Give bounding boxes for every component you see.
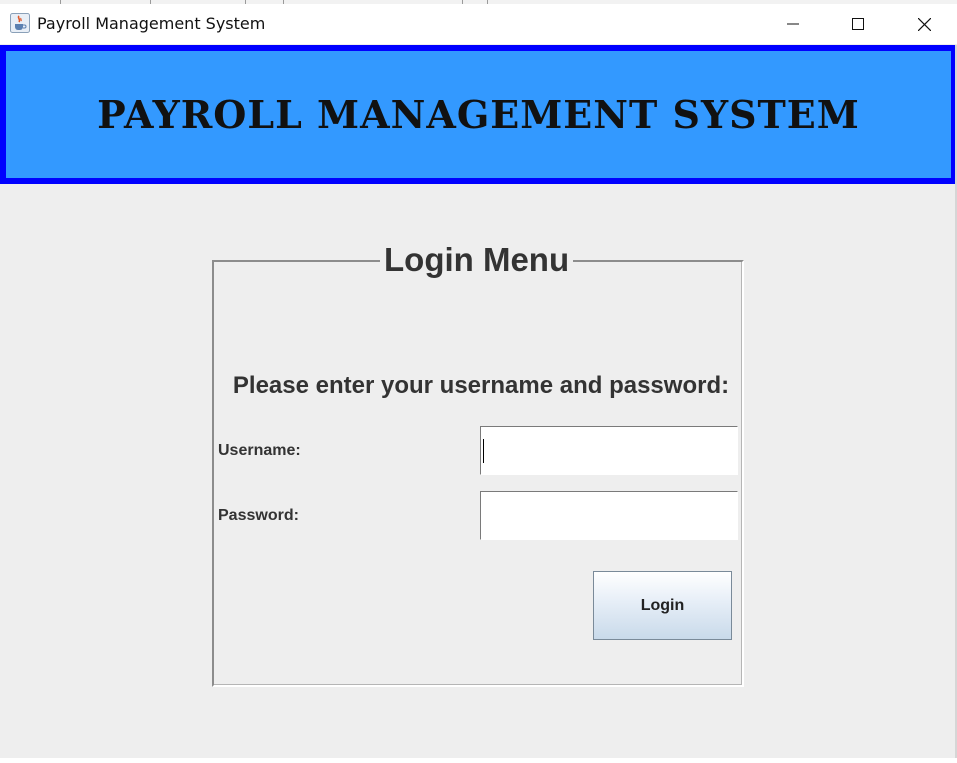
app-window: Payroll Management System PAYROLL MANAGE…	[0, 0, 957, 763]
username-input[interactable]	[481, 427, 737, 474]
java-cup-icon	[10, 13, 30, 33]
password-input[interactable]	[481, 492, 737, 539]
minimize-icon	[787, 18, 799, 30]
login-panel: Login Menu Please enter your username an…	[212, 240, 744, 687]
maximize-button[interactable]	[835, 4, 881, 44]
login-menu-legend: Login Menu	[380, 240, 574, 280]
title-bar[interactable]: Payroll Management System	[0, 4, 957, 44]
password-label: Password:	[218, 507, 299, 524]
header-banner: PAYROLL MANAGEMENT SYSTEM	[0, 45, 957, 184]
close-button[interactable]	[901, 4, 947, 44]
maximize-icon	[852, 18, 864, 30]
username-field[interactable]	[480, 426, 738, 475]
login-button[interactable]: Login	[593, 571, 732, 640]
background-window-bottom-edge	[0, 758, 957, 763]
window-title: Payroll Management System	[37, 14, 266, 33]
password-field[interactable]	[480, 491, 738, 540]
header-title: PAYROLL MANAGEMENT SYSTEM	[97, 92, 860, 137]
username-label: Username:	[218, 442, 301, 459]
login-prompt: Please enter your username and password:	[232, 372, 730, 399]
text-caret	[483, 439, 484, 463]
close-icon	[917, 17, 931, 31]
minimize-button[interactable]	[770, 4, 816, 44]
